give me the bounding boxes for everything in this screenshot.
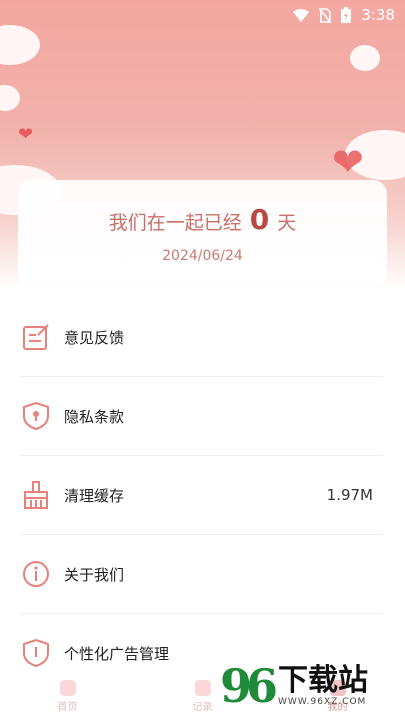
together-prefix: 我们在一起已经: [108, 211, 242, 234]
together-line: 我们在一起已经 0 天: [109, 203, 297, 236]
info-icon: [20, 558, 52, 590]
together-counter-card: 我们在一起已经 0 天 2024/06/24: [18, 180, 387, 286]
heart-decoration: ❤: [18, 124, 34, 145]
wifi-icon: [293, 8, 310, 22]
menu-item-clear-cache[interactable]: 清理缓存 1.97M: [20, 456, 383, 535]
nav-tab-home[interactable]: 首页: [28, 679, 108, 713]
site-watermark: 96 下载站 WWW.96XZ.COM: [220, 655, 400, 717]
ad-shield-icon: [20, 637, 52, 669]
status-bar: 3:38: [0, 0, 405, 30]
menu-item-label: 隐私条款: [64, 407, 125, 426]
nav-tab-label: 记录: [192, 701, 213, 713]
heart-decoration: ❤: [332, 140, 364, 184]
menu-item-privacy[interactable]: 隐私条款: [20, 377, 383, 456]
days-count: 0: [249, 202, 270, 236]
menu-item-label: 清理缓存: [64, 486, 125, 505]
feedback-icon: [20, 321, 52, 353]
watermark-url: WWW.96XZ.COM: [278, 697, 367, 707]
settings-menu: 意见反馈 隐私条款 清理缓存 1.97M 关于我们 个性化广告管理: [20, 298, 383, 693]
records-icon: [194, 679, 211, 696]
clock: 3:38: [361, 6, 395, 24]
cloud-decoration: [350, 45, 380, 71]
nav-tab-label: 首页: [57, 701, 78, 713]
menu-item-feedback[interactable]: 意见反馈: [20, 298, 383, 377]
no-sim-icon: [319, 7, 332, 23]
cache-size: 1.97M: [326, 486, 373, 504]
menu-item-label: 意见反馈: [64, 328, 125, 347]
home-icon: [59, 679, 76, 696]
watermark-text: 下载站 WWW.96XZ.COM: [278, 663, 369, 708]
battery-icon: [341, 7, 352, 23]
cloud-decoration: [0, 25, 40, 65]
watermark-brand: 下载站: [278, 663, 369, 698]
together-suffix: 天: [277, 211, 297, 234]
watermark-logo: 96: [220, 659, 278, 713]
privacy-shield-icon: [20, 400, 52, 432]
menu-item-about[interactable]: 关于我们: [20, 535, 383, 614]
anniversary-date[interactable]: 2024/06/24: [162, 248, 243, 264]
menu-item-label: 关于我们: [64, 565, 125, 584]
broom-icon: [20, 479, 52, 511]
cloud-decoration: [0, 85, 20, 111]
